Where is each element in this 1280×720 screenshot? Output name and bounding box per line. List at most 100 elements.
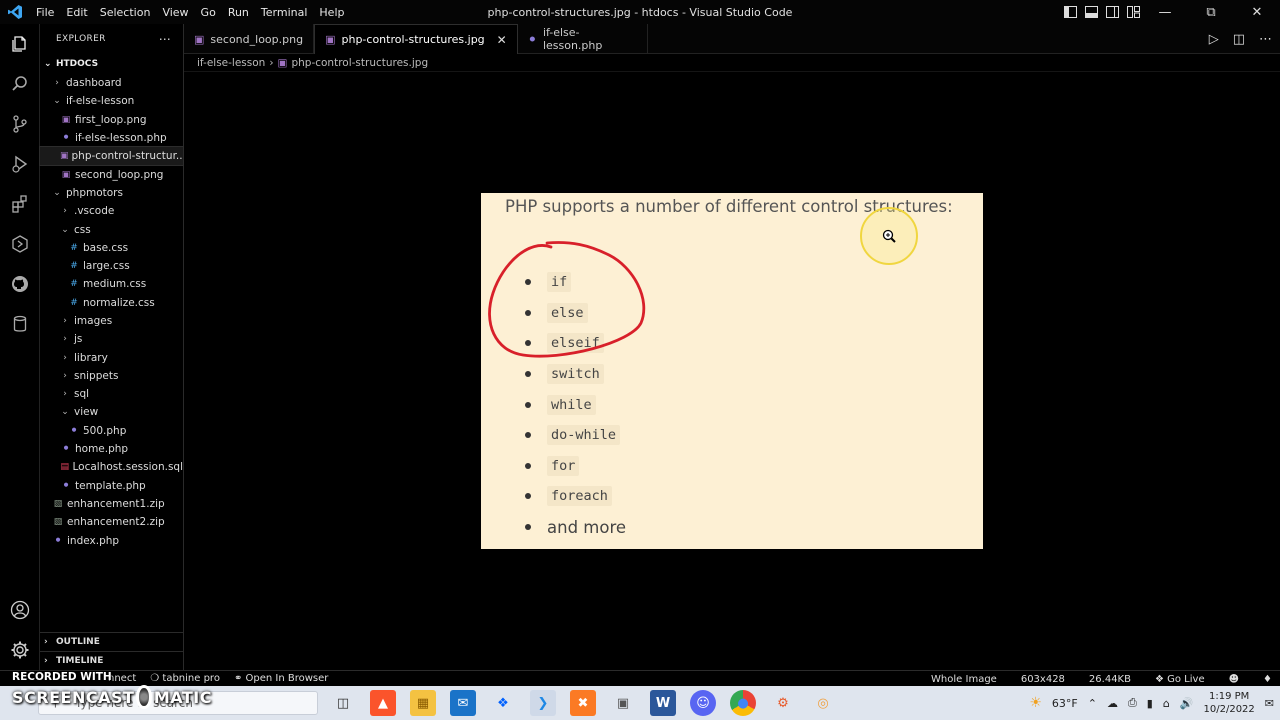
chrome-icon[interactable]: ● — [730, 690, 756, 716]
tree-file[interactable]: # base.css — [40, 239, 183, 257]
css-file-icon: # — [70, 297, 78, 308]
tree-folder[interactable]: ⌄ view — [40, 403, 183, 421]
tree-folder[interactable]: › js — [40, 330, 183, 348]
weather-icon[interactable]: ☀ — [1029, 695, 1042, 711]
tree-folder[interactable]: › snippets — [40, 367, 183, 385]
customize-layout-icon[interactable] — [1127, 6, 1140, 18]
tree-folder[interactable]: ⌄ phpmotors — [40, 184, 183, 202]
breadcrumb-file[interactable]: php-control-structures.jpg — [291, 57, 428, 69]
tree-folder[interactable]: › library — [40, 348, 183, 366]
menu-edit[interactable]: Edit — [60, 6, 93, 19]
wifi-icon[interactable]: ⌂ — [1163, 697, 1170, 710]
search-icon: ⚲ — [51, 695, 60, 709]
status-connect[interactable]: nnect — [108, 673, 136, 684]
tree-file[interactable]: ⚫ if-else-lesson.php — [40, 129, 183, 147]
split-editor-icon[interactable]: ◫ — [1233, 32, 1245, 47]
github-icon[interactable] — [0, 264, 40, 304]
status-go-live[interactable]: ❖ Go Live — [1155, 674, 1205, 685]
tree-file[interactable]: # medium.css — [40, 275, 183, 293]
toggle-primary-sidebar-icon[interactable] — [1064, 6, 1077, 18]
paint-icon[interactable]: ⚙ — [770, 690, 796, 716]
close-window-button[interactable]: ✕ — [1234, 0, 1280, 24]
toggle-secondary-sidebar-icon[interactable] — [1106, 6, 1119, 18]
remote-explorer-icon[interactable] — [0, 224, 40, 264]
explorer-icon[interactable] — [0, 24, 40, 64]
tree-file[interactable]: ⚫ 500.php — [40, 422, 183, 440]
tree-file[interactable]: ▤ Localhost.session.sql — [40, 458, 184, 476]
run-debug-icon[interactable] — [0, 144, 40, 184]
restore-button[interactable]: ⧉ — [1188, 0, 1234, 24]
clock[interactable]: 1:19 PM 10/2/2022 — [1204, 690, 1255, 716]
task-view-icon[interactable]: ◫ — [330, 690, 356, 716]
chevron-right-icon: › — [63, 370, 67, 381]
tree-folder[interactable]: › dashboard — [40, 74, 183, 92]
mail-icon[interactable]: ✉ — [450, 690, 476, 716]
brave-browser-icon[interactable]: ▲ — [370, 690, 396, 716]
notifications-bell-icon[interactable]: ♦ — [1263, 674, 1272, 685]
volume-icon[interactable]: 🔊 — [1180, 697, 1194, 710]
tree-folder[interactable]: › .vscode — [40, 202, 183, 220]
outline-panel-header[interactable]: › OUTLINE — [40, 632, 183, 651]
tree-file[interactable]: ▧ enhancement1.zip — [40, 495, 183, 513]
workspace-root[interactable]: ⌄ HTDOCS — [40, 54, 183, 74]
chevron-right-icon: › — [63, 334, 67, 345]
menu-file[interactable]: File — [30, 6, 60, 19]
tree-file[interactable]: ▣ second_loop.png — [40, 165, 183, 183]
tab-second-loop[interactable]: ▣ second_loop.png — [184, 24, 315, 54]
search-icon[interactable] — [0, 64, 40, 104]
menu-help[interactable]: Help — [313, 6, 350, 19]
menu-terminal[interactable]: Terminal — [255, 6, 314, 19]
file-explorer-icon[interactable]: ▦ — [410, 690, 436, 716]
tree-folder[interactable]: ⌄ css — [40, 220, 183, 238]
printer-icon[interactable]: ⎙ — [1128, 696, 1137, 710]
breadcrumb-folder[interactable]: if-else-lesson — [197, 57, 265, 69]
source-control-icon[interactable] — [0, 104, 40, 144]
tab-php-control-structures[interactable]: ▣ php-control-structures.jpg ✕ — [314, 24, 518, 54]
screencast-o-matic-icon[interactable]: ◎ — [810, 690, 836, 716]
toggle-panel-icon[interactable] — [1085, 6, 1098, 18]
extensions-icon[interactable] — [0, 184, 40, 224]
weather-temp[interactable]: 63°F — [1052, 697, 1078, 710]
database-icon[interactable] — [0, 304, 40, 344]
more-actions-icon[interactable]: ⋯ — [159, 32, 171, 46]
tree-file[interactable]: ▣ php-control-structur... — [39, 146, 184, 167]
tree-file[interactable]: ⚫ home.php — [40, 440, 183, 458]
photos-icon[interactable]: ▣ — [610, 690, 636, 716]
tree-folder[interactable]: ⌄ if-else-lesson — [40, 92, 183, 110]
accounts-icon[interactable] — [0, 590, 40, 630]
menu-go[interactable]: Go — [195, 6, 222, 19]
cloud-icon[interactable]: ☁ — [1107, 697, 1118, 710]
tab-if-else-lesson[interactable]: ⚫ if-else-lesson.php — [518, 24, 648, 54]
minimize-button[interactable]: — — [1142, 0, 1188, 24]
tree-folder[interactable]: › sql — [40, 385, 183, 403]
tree-file[interactable]: # normalize.css — [40, 294, 183, 312]
timeline-panel-header[interactable]: › TIMELINE — [40, 651, 183, 670]
dropbox-icon[interactable]: ❖ — [490, 690, 516, 716]
status-filesize: 26.44KB — [1088, 673, 1131, 685]
tree-file[interactable]: ⚫ index.php — [40, 531, 183, 549]
more-actions-icon[interactable]: ⋯ — [1259, 32, 1272, 47]
run-icon[interactable]: ▷ — [1209, 32, 1219, 47]
status-zoom[interactable]: Whole Image — [931, 674, 997, 685]
battery-icon[interactable]: ▮ — [1147, 697, 1153, 710]
status-open-in-browser[interactable]: ⚭ Open In Browser — [234, 673, 328, 684]
close-tab-icon[interactable]: ✕ — [497, 33, 507, 47]
notifications-icon[interactable]: ✉ — [1265, 697, 1274, 710]
menu-run[interactable]: Run — [222, 6, 255, 19]
chevron-up-icon[interactable]: ⌃ — [1088, 697, 1097, 710]
word-icon[interactable]: W — [650, 690, 676, 716]
menu-view[interactable]: View — [156, 6, 194, 19]
feedback-icon[interactable]: ☻ — [1229, 674, 1239, 685]
menu-selection[interactable]: Selection — [94, 6, 157, 19]
tree-folder[interactable]: › images — [40, 312, 183, 330]
tree-file[interactable]: ⚫ template.php — [40, 477, 183, 495]
discord-icon[interactable]: ☺ — [690, 690, 716, 716]
vscode-taskbar-icon[interactable]: ❯ — [530, 690, 556, 716]
xampp-icon[interactable]: ✖ — [570, 690, 596, 716]
tree-file[interactable]: ▧ enhancement2.zip — [40, 513, 183, 531]
status-tabnine[interactable]: ❍ tabnine pro — [150, 673, 220, 684]
tree-file[interactable]: # large.css — [40, 257, 183, 275]
tree-file[interactable]: ▣ first_loop.png — [40, 111, 183, 129]
taskbar-search-input[interactable]: ⚲ Type here to search — [38, 691, 318, 715]
settings-gear-icon[interactable] — [0, 630, 40, 670]
